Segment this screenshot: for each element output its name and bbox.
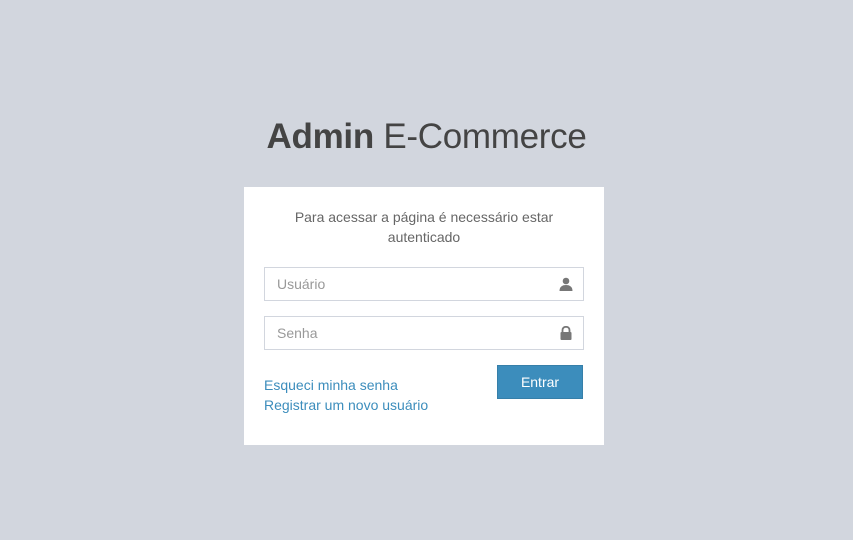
login-panel: Para acessar a página é necessário estar…: [244, 187, 604, 445]
username-field[interactable]: [264, 267, 584, 301]
lock-icon: [559, 325, 573, 340]
user-icon: [559, 277, 573, 291]
password-field[interactable]: [264, 316, 584, 350]
username-input[interactable]: [265, 268, 583, 300]
login-message: Para acessar a página é necessário estar…: [294, 209, 554, 245]
page-title: Admin E-Commerce: [0, 114, 853, 160]
logo-bold-text: Admin: [266, 117, 375, 156]
logo-light-text: E-Commerce: [383, 117, 587, 156]
password-input[interactable]: [265, 317, 583, 349]
register-link[interactable]: Registrar um novo usuário: [264, 395, 428, 415]
auth-links: Esqueci minha senha Registrar um novo us…: [264, 375, 428, 415]
forgot-password-link[interactable]: Esqueci minha senha: [264, 375, 428, 395]
submit-button[interactable]: Entrar: [497, 365, 583, 399]
